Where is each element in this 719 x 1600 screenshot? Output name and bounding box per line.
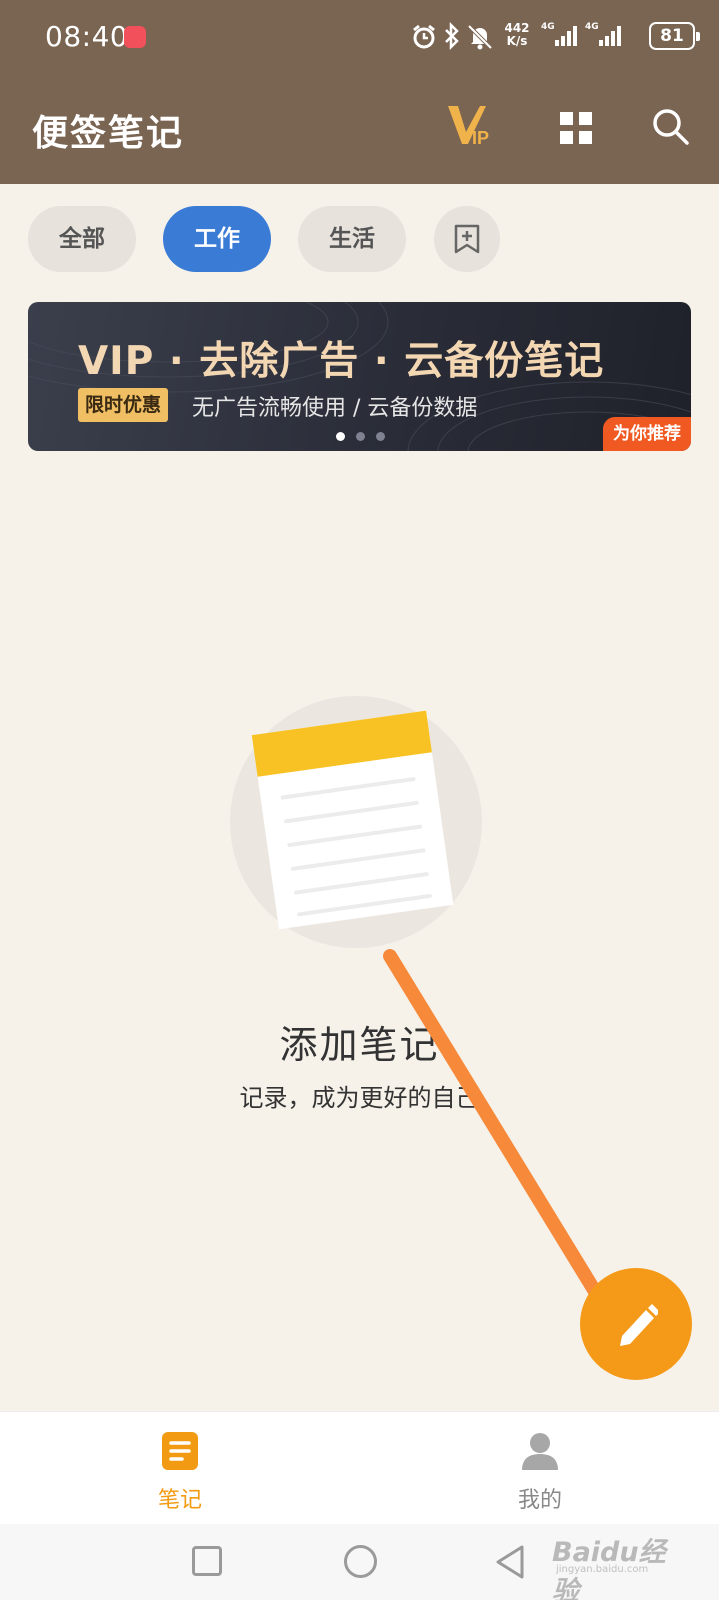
svg-text:IP: IP: [472, 128, 489, 148]
category-chip-all[interactable]: 全部: [28, 206, 136, 272]
status-icons: 442 K/s 4G 4G 81: [379, 0, 719, 76]
home-icon[interactable]: [344, 1545, 377, 1578]
app-header: 08:40 442 K/s 4G 4G 81 便签笔记 IP: [0, 0, 719, 184]
pencil-icon: [620, 1304, 658, 1346]
vip-icon[interactable]: IP: [446, 102, 496, 148]
status-bar: 08:40 442 K/s 4G 4G 81: [0, 0, 719, 76]
banner-subtitle: 无广告流畅使用 / 云备份数据: [192, 396, 478, 421]
signal-icon: 4G: [541, 22, 581, 50]
recent-apps-icon[interactable]: [192, 1546, 222, 1576]
empty-state-subtitle: 记录，成为更好的自己: [239, 1084, 480, 1112]
back-icon[interactable]: [494, 1544, 526, 1580]
grid-icon[interactable]: [560, 112, 592, 144]
bookmark-add-icon: [454, 224, 480, 254]
search-icon[interactable]: [652, 108, 690, 146]
bluetooth-icon: [445, 22, 459, 50]
nav-tab-mine[interactable]: 我的: [440, 1412, 640, 1525]
empty-state-title: 添加笔记: [279, 1023, 440, 1067]
status-time: 08:40: [45, 20, 129, 53]
net-speed: 442 K/s: [499, 22, 535, 48]
recommend-tag: 为你推荐: [603, 417, 691, 451]
vip-promo-banner[interactable]: VIP · 去除广告 · 云备份笔记 限时优惠 无广告流畅使用 / 云备份数据 …: [28, 302, 691, 451]
add-note-button[interactable]: [580, 1268, 692, 1380]
page-title: 便签笔记: [32, 113, 185, 154]
add-category-button[interactable]: [434, 206, 500, 272]
banner-badge: 限时优惠: [78, 388, 169, 422]
battery-indicator: 81: [649, 22, 700, 50]
watermark: Baidu经验 jingyan.baidu.com: [552, 1530, 692, 1600]
banner-title: VIP · 去除广告 · 云备份笔记: [78, 339, 605, 384]
alarm-icon: [413, 24, 435, 49]
mute-icon: [467, 24, 493, 50]
nav-tab-notes-label: 笔记: [157, 1488, 202, 1513]
net-speed-unit: K/s: [506, 34, 528, 48]
pagination-dot: [376, 432, 385, 441]
notification-app-icon: [124, 26, 146, 48]
notes-icon: [162, 1432, 198, 1470]
category-chip-work[interactable]: 工作: [163, 206, 271, 272]
person-icon: [522, 1433, 558, 1470]
bottom-navigation: 笔记 我的: [0, 1411, 719, 1524]
category-chip-life[interactable]: 生活: [298, 206, 406, 272]
notepad-icon: [230, 696, 482, 948]
watermark-url: jingyan.baidu.com: [556, 1564, 649, 1575]
nav-tab-notes[interactable]: 笔记: [80, 1412, 280, 1525]
pagination-dot: [356, 432, 365, 441]
pagination-dot: [336, 432, 345, 441]
nav-tab-mine-label: 我的: [517, 1488, 562, 1513]
signal-icon: 4G: [585, 22, 625, 50]
